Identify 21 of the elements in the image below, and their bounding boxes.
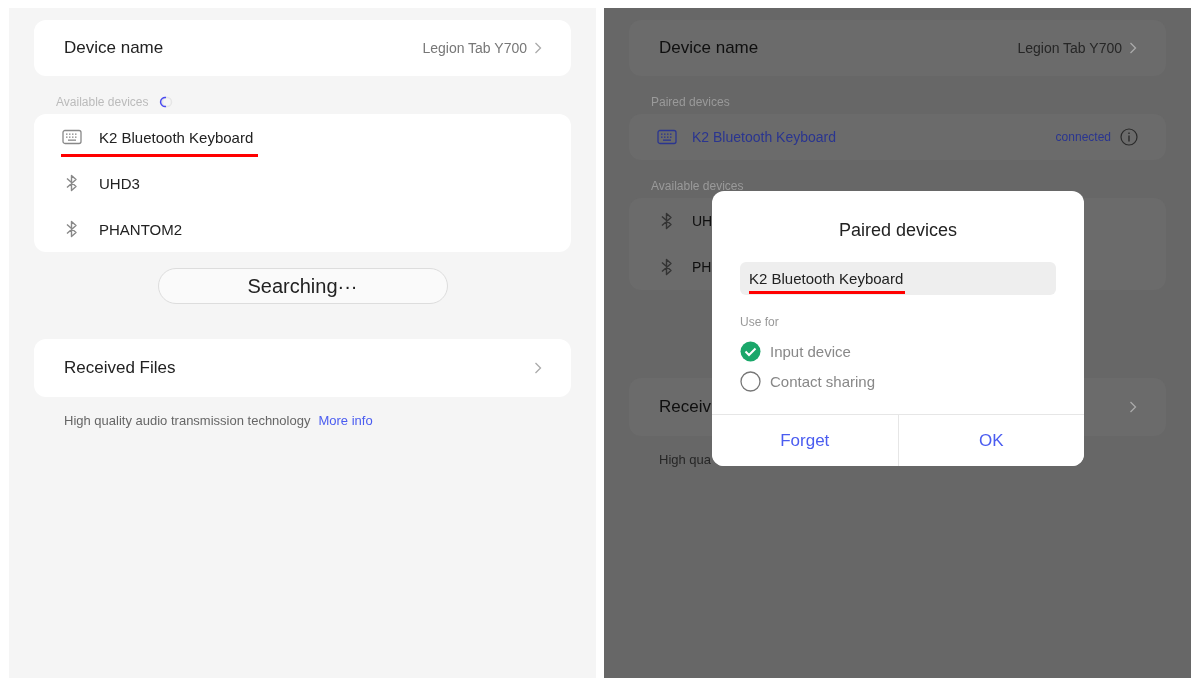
device-name: K2 Bluetooth Keyboard xyxy=(99,128,254,146)
device-name: UHD3 xyxy=(99,174,140,192)
device-name-label: Device name xyxy=(659,38,759,58)
device-name: PH xyxy=(692,259,712,275)
footer-text: High quality audio transmission technology xyxy=(64,413,311,428)
connection-status: connected xyxy=(1055,130,1111,144)
device-name-value: Legion Tab Y700 xyxy=(1017,40,1122,56)
device-name: PHANTOM2 xyxy=(99,220,183,238)
use-for-label: Use for xyxy=(740,315,780,329)
device-name-value: Legion Tab Y700 xyxy=(422,40,527,56)
section-label: Available devices xyxy=(56,95,149,109)
option-label: Input device xyxy=(770,342,851,360)
device-name: UH xyxy=(692,213,713,229)
received-files-label: Received Files xyxy=(64,358,176,378)
device-name-label: Device name xyxy=(64,38,164,58)
field-value: K2 Bluetooth Keyboard xyxy=(749,270,904,287)
dialog-title: Paired devices xyxy=(837,219,959,242)
option-label: Contact sharing xyxy=(770,372,876,390)
device-name: K2 Bluetooth Keyboard xyxy=(692,129,836,145)
footer-text: High qua xyxy=(659,452,712,467)
received-files-label: Receiv xyxy=(659,397,711,417)
